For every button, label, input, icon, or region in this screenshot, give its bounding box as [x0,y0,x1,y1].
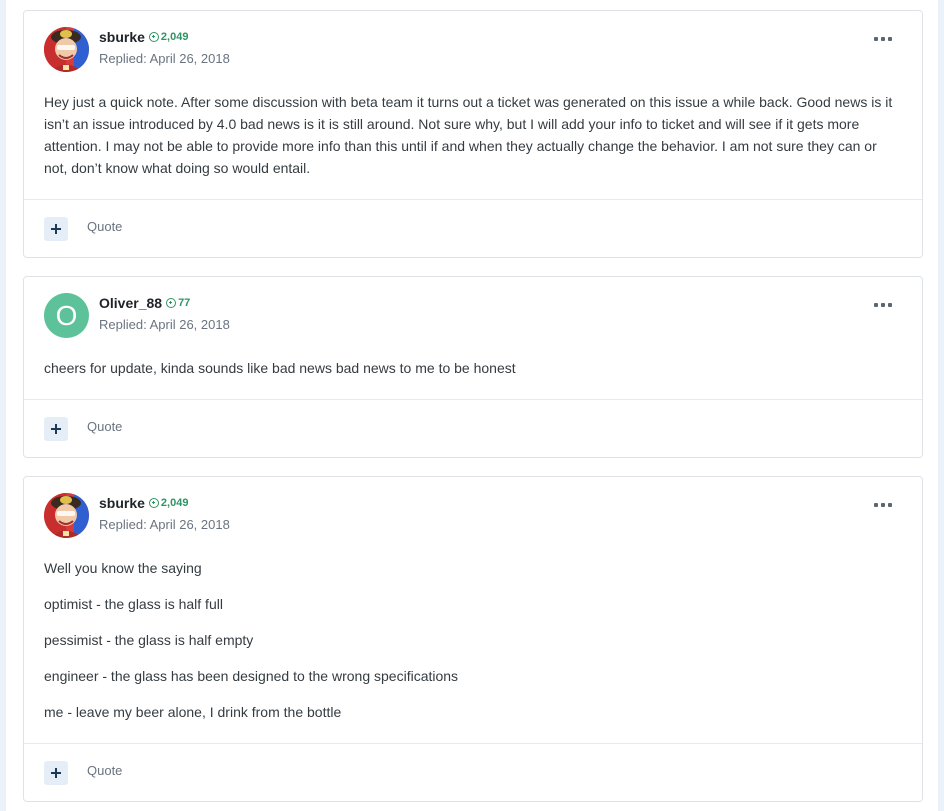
post-header: O Oliver_88 77 Replied: April 26, 2018 [24,277,922,343]
sburke-portrait-avatar [44,27,89,72]
quote-button[interactable]: Quote [87,763,122,778]
post-paragraph: engineer - the glass has been designed t… [44,668,459,684]
add-reaction-button[interactable] [44,417,68,441]
author-name[interactable]: sburke [99,29,145,45]
plus-circle-icon [148,498,159,508]
post-date: Replied: April 26, 2018 [99,317,230,332]
dot-icon [888,37,892,41]
author-line: sburke 2,049 [99,29,188,45]
post-header: sburke 2,049 Replied: April 26, 2018 [24,11,922,77]
author-name[interactable]: sburke [99,495,145,511]
post-paragraph: me - leave my beer alone, I drink from t… [44,704,342,720]
plus-circle-icon [166,298,177,308]
post-comment: sburke 2,049 Replied: April 26, 2018 Wel… [23,476,923,802]
post-paragraph: Hey just a quick note. After some discus… [44,94,893,176]
reputation-count: 2,049 [160,31,189,43]
plus-circle-icon [148,32,159,42]
author-line: sburke 2,049 [99,495,188,511]
post-paragraph: cheers for update, kinda sounds like bad… [44,360,516,376]
post-content: Hey just a quick note. After some discus… [24,77,922,179]
author-name[interactable]: Oliver_88 [99,295,162,311]
add-reaction-button[interactable] [44,761,68,785]
author-line: Oliver_88 77 [99,295,190,311]
dot-icon [888,503,892,507]
post-date: Replied: April 26, 2018 [99,51,230,66]
user-avatar[interactable] [44,493,89,538]
post-comment: sburke 2,049 Replied: April 26, 2018 Hey… [23,10,923,258]
user-avatar[interactable]: O [44,293,89,338]
post-paragraph: Well you know the saying [44,560,202,576]
post-content: Well you know the saying optimist - the … [24,543,922,723]
post-footer: Quote [24,743,922,801]
post-date: Replied: April 26, 2018 [99,517,230,532]
post-content: cheers for update, kinda sounds like bad… [24,343,922,379]
reputation-badge: 2,049 [148,31,189,43]
post-options-button[interactable] [874,35,892,43]
post-paragraph: pessimist - the glass is half empty [44,632,254,648]
dot-icon [881,37,885,41]
dot-icon [881,503,885,507]
post-footer: Quote [24,199,922,257]
quote-button[interactable]: Quote [87,219,122,234]
dot-icon [881,303,885,307]
post-footer: Quote [24,399,922,457]
reputation-badge: 2,049 [148,497,189,509]
post-options-button[interactable] [874,301,892,309]
dot-icon [874,503,878,507]
dot-icon [874,37,878,41]
reputation-badge: 77 [166,297,190,309]
post-paragraph: optimist - the glass is half full [44,596,223,612]
post-options-button[interactable] [874,501,892,509]
post-header: sburke 2,049 Replied: April 26, 2018 [24,477,922,543]
reputation-count: 77 [178,297,191,309]
dot-icon [888,303,892,307]
post-comment: O Oliver_88 77 Replied: April 26, 2018 c… [23,276,923,458]
add-reaction-button[interactable] [44,217,68,241]
reputation-count: 2,049 [160,497,189,509]
user-avatar[interactable] [44,27,89,72]
dot-icon [874,303,878,307]
sburke-portrait-avatar [44,493,89,538]
quote-button[interactable]: Quote [87,419,122,434]
